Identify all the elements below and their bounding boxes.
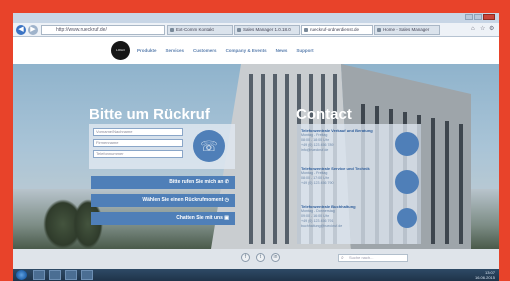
site-header: LOGO Produkte Services Customers Company… [13, 37, 499, 64]
minimize-button[interactable] [465, 14, 473, 20]
contact-icon-circle [397, 208, 417, 228]
phone-field[interactable]: Telefonnummer [93, 150, 183, 158]
site-nav: Produkte Services Customers Company & Ev… [137, 48, 314, 53]
company-field[interactable]: Firmenname [93, 139, 183, 147]
contact-icon-circle [395, 170, 419, 194]
maximize-button[interactable] [474, 14, 482, 20]
search-placeholder: Suche nach... [349, 255, 374, 260]
schedule-callback-button[interactable]: Wählen Sie einen Rückrufmoment ◷ [91, 194, 235, 207]
taskbar-media-icon[interactable] [65, 270, 77, 280]
site-logo[interactable]: LOGO [111, 41, 130, 60]
site-footer: f t in ⌕ Suche nach... [13, 249, 499, 269]
nav-item-company-events[interactable]: Company & Events [226, 48, 267, 53]
nav-item-news[interactable]: News [276, 48, 288, 53]
phone-icon: ☏ [193, 130, 225, 162]
nav-item-customers[interactable]: Customers [193, 48, 217, 53]
browser-toolbar-icons: ⌂ ☆ ⚙ [471, 26, 495, 32]
site-search-input[interactable]: ⌕ Suche nach... [338, 254, 408, 262]
name-field[interactable]: Vorname/Nachname [93, 128, 183, 136]
nav-item-services[interactable]: Services [166, 48, 185, 53]
home-icon[interactable]: ⌂ [471, 26, 477, 32]
system-tray: 13:07 16.06.2015 [475, 270, 495, 280]
contact-line[interactable]: info@rueckruf.de [301, 148, 387, 153]
search-icon: ⌕ [341, 255, 344, 261]
close-button[interactable] [483, 14, 495, 20]
tab-favicon [170, 28, 174, 32]
tab-label: rueckruf-ordnerdienst.de [310, 27, 360, 32]
contact-heading: Contact [296, 106, 352, 123]
taskbar-ie-icon[interactable] [33, 270, 45, 280]
contact-entry: Telefonzentrale Buchhaltung Montag - Don… [301, 204, 387, 229]
tab-2[interactable]: rueckruf-ordnerdienst.de [301, 25, 373, 35]
tab-1[interactable]: Sales Manager 1.0.18.0 [234, 25, 300, 35]
tab-label: Home - Sales Manager [383, 27, 430, 32]
tab-label: Ext-Comm Kontakt [176, 27, 214, 32]
linkedin-icon[interactable]: in [271, 253, 280, 262]
contact-line[interactable]: buchhaltung@rueckruf.de [301, 224, 387, 229]
gear-icon[interactable]: ⚙ [489, 26, 495, 32]
browser-window: ◀ ▶ http://www.rueckruf.de/ Ext-Comm Kon… [13, 13, 499, 269]
nav-item-produkte[interactable]: Produkte [137, 48, 157, 53]
clock-date[interactable]: 16.06.2015 [475, 275, 495, 280]
call-me-button[interactable]: Bitte rufen Sie mich an ✆ [91, 176, 235, 189]
nav-item-support[interactable]: Support [296, 48, 313, 53]
chat-button[interactable]: Chatten Sie mit uns ▣ [91, 212, 235, 225]
tab-favicon [237, 28, 241, 32]
hero-section: Bitte um Rückruf Contact Vorname/Nachnam… [13, 64, 499, 249]
facebook-icon[interactable]: f [241, 253, 250, 262]
url-field[interactable]: http://www.rueckruf.de/ [41, 25, 165, 35]
os-taskbar: 13:07 16.06.2015 [13, 269, 499, 281]
tab-label: Sales Manager 1.0.18.0 [243, 27, 291, 32]
tab-favicon [304, 28, 308, 32]
taskbar-app-icon[interactable] [81, 270, 93, 280]
contact-entry: Telefonzentrale Verkauf und Beratung Mon… [301, 128, 387, 153]
social-links: f t in [241, 253, 280, 262]
window-titlebar [13, 13, 499, 23]
taskbar-folder-icon[interactable] [49, 270, 61, 280]
start-button[interactable] [16, 270, 27, 280]
contact-panel: Telefonzentrale Verkauf und Beratung Mon… [297, 124, 421, 244]
contact-icon-circle [395, 132, 419, 156]
back-icon[interactable]: ◀ [16, 25, 26, 35]
forward-icon[interactable]: ▶ [28, 25, 38, 35]
callback-heading: Bitte um Rückruf [89, 106, 210, 123]
twitter-icon[interactable]: t [256, 253, 265, 262]
tab-3[interactable]: Home - Sales Manager [374, 25, 440, 35]
tab-favicon [377, 28, 381, 32]
window-controls [465, 14, 495, 20]
star-icon[interactable]: ☆ [480, 26, 486, 32]
callback-form: Vorname/Nachname Firmenname Telefonnumme… [89, 124, 235, 169]
address-bar-row: ◀ ▶ http://www.rueckruf.de/ Ext-Comm Kon… [13, 23, 499, 37]
tab-0[interactable]: Ext-Comm Kontakt [167, 25, 233, 35]
contact-line[interactable]: +49 (0) 123 456 790 [301, 181, 387, 186]
contact-entry: Telefonzentrale Service und Technik Mont… [301, 166, 387, 186]
